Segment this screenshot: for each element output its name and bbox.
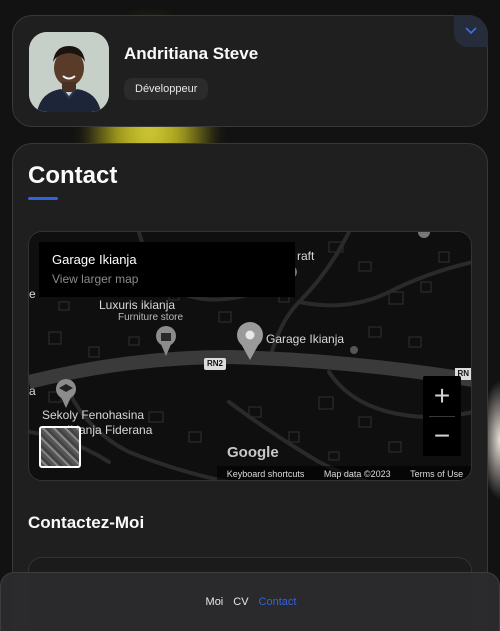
zoom-in-button[interactable]: +	[423, 376, 461, 416]
zoom-out-button[interactable]: −	[423, 416, 461, 456]
map-label-craft: raft	[297, 249, 315, 263]
terms-of-use-link[interactable]: Terms of Use	[410, 469, 463, 479]
role-badge: Développeur	[124, 78, 209, 100]
toggle-button[interactable]	[454, 15, 488, 47]
avatar	[29, 32, 109, 112]
map-label-sekoly: Sekoly Fenohasina	[42, 408, 145, 422]
satellite-view-toggle[interactable]	[39, 426, 81, 468]
map-embed[interactable]: Garage Ikianja View larger map raft e Lu…	[28, 231, 472, 481]
zoom-controls: + −	[423, 376, 461, 456]
profile-card: Andritiana Steve Développeur	[12, 15, 488, 127]
map-label-luxuris: Luxuris ikianja	[99, 298, 176, 312]
map-label-furniture: Furniture store	[118, 312, 184, 323]
contact-card: Contact Garage Ikianja View larger map r…	[12, 143, 488, 631]
contact-form-title: Contactez-Moi	[28, 513, 145, 532]
map-label-edge-a: a	[29, 384, 36, 398]
map-footer: Keyboard shortcuts Map data ©2023 Terms …	[217, 466, 471, 480]
nav-links: Moi CV Contact	[1, 596, 500, 608]
map-label-garage: Garage Ikianja	[266, 332, 345, 346]
avatar-photo	[29, 32, 109, 112]
keyboard-shortcuts-link[interactable]: Keyboard shortcuts	[227, 469, 305, 479]
map-data-attribution: Map data ©2023	[323, 469, 391, 479]
nav-link-contact[interactable]: Contact	[259, 596, 297, 608]
map-info-popup: Garage Ikianja View larger map	[39, 242, 295, 297]
profile-name: Andritiana Steve	[124, 44, 259, 63]
nav-link-moi[interactable]: Moi	[206, 596, 224, 608]
page-title: Contact	[28, 162, 118, 189]
title-underline	[28, 197, 58, 200]
place-name: Garage Ikianja	[52, 252, 137, 267]
bottom-navigation: Moi CV Contact	[0, 572, 500, 631]
google-logo: Google	[227, 444, 279, 461]
nav-link-cv[interactable]: CV	[233, 596, 248, 608]
road-badge-rn2: RN2	[204, 358, 227, 370]
view-larger-map-link[interactable]: View larger map	[52, 272, 138, 286]
chevron-down-icon	[465, 27, 477, 35]
map-label-edge-e: e	[29, 287, 36, 301]
